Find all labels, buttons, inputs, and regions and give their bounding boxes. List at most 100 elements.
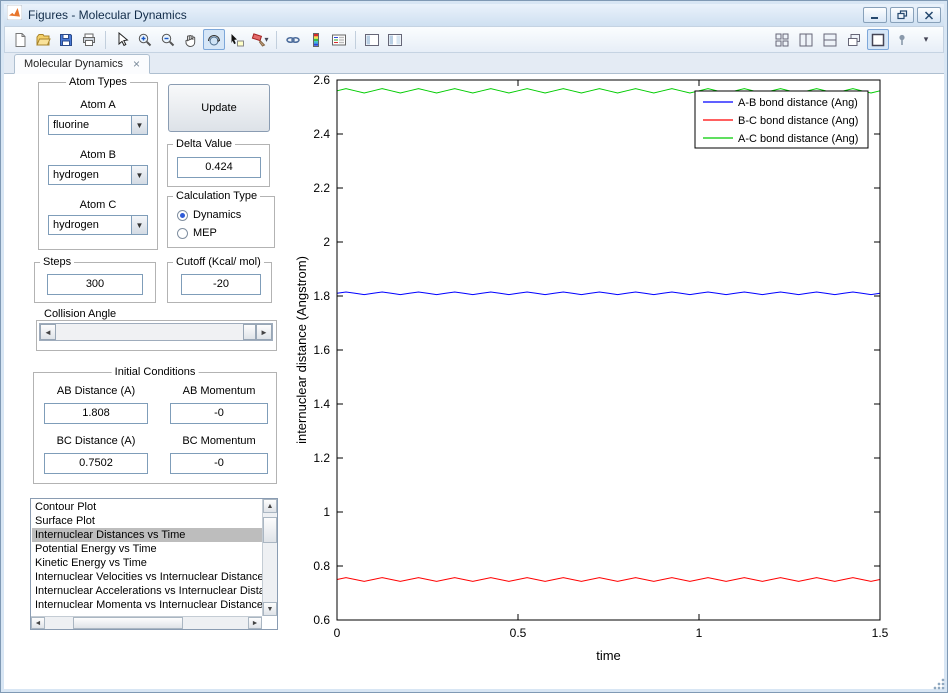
atom-c-select[interactable]: hydrogen ▼ — [48, 215, 148, 235]
restore-icon — [896, 10, 907, 20]
vscroll-track[interactable] — [263, 513, 277, 602]
minimize-button[interactable] — [863, 7, 887, 23]
ab-distance-field[interactable]: 1.808 — [44, 403, 148, 424]
bc-distance-field[interactable]: 0.7502 — [44, 453, 148, 474]
tab-close-icon[interactable]: × — [133, 58, 140, 70]
update-button[interactable]: Update — [168, 84, 270, 132]
steps-field[interactable]: 300 — [47, 274, 143, 295]
chevron-down-icon[interactable]: ▼ — [131, 216, 147, 234]
print-figure-button[interactable] — [78, 29, 100, 50]
plot-canvas[interactable]: 0 0.5 1 1.5 0.6 0.8 1 1.2 1.4 1.6 1.8 2 2.2 2.4 2.6 tim… — [294, 74, 944, 689]
delta-value-field[interactable]: 0.424 — [177, 157, 261, 178]
maximize-window-button[interactable] — [867, 29, 889, 50]
cutoff-field[interactable]: -20 — [181, 274, 261, 295]
collision-angle-slider[interactable]: ◄ ► — [39, 323, 273, 341]
list-item[interactable]: Internuclear Distances vs Time — [32, 528, 262, 542]
x-tick-label: 0.5 — [510, 626, 527, 640]
edit-plot-button[interactable] — [111, 29, 133, 50]
float-icon — [848, 33, 860, 46]
list-item[interactable]: Kinetic Energy vs Time — [32, 556, 262, 570]
rotate-3d-button[interactable] — [203, 29, 225, 50]
bc-momentum-field[interactable]: -0 — [170, 453, 268, 474]
list-item[interactable]: Surface Plot — [32, 514, 262, 528]
scroll-down-icon[interactable]: ▼ — [263, 602, 277, 616]
legend-entry-label: A-B bond distance (Ang) — [738, 97, 858, 109]
listbox-vertical-scrollbar[interactable]: ▲ ▼ — [262, 499, 277, 616]
slider-right-arrow-icon[interactable]: ► — [256, 324, 272, 340]
bc-momentum-label: BC Momentum — [182, 435, 256, 447]
scroll-left-icon[interactable]: ◄ — [31, 617, 45, 629]
tile-windows-button[interactable] — [771, 29, 793, 50]
insert-colorbar-button[interactable] — [305, 29, 327, 50]
insert-legend-button[interactable] — [328, 29, 350, 50]
new-file-icon — [15, 32, 26, 47]
radio-option-dynamics[interactable]: Dynamics — [177, 209, 241, 221]
split-vertical-icon — [799, 33, 813, 46]
slider-thumb[interactable] — [243, 324, 256, 340]
brush-data-button[interactable]: ▾ — [249, 29, 271, 50]
slider-track[interactable] — [56, 324, 256, 340]
float-window-button[interactable] — [843, 29, 865, 50]
y-tick-label: 2.4 — [313, 127, 330, 141]
link-plot-button[interactable] — [282, 29, 304, 50]
list-item[interactable]: Internuclear Velocities vs Internuclear … — [32, 570, 262, 584]
list-item[interactable]: Internuclear Momenta vs Internuclear Dis… — [32, 598, 262, 612]
initial-conditions-group: Initial Conditions AB Distance (A) AB Mo… — [33, 366, 277, 484]
radio-icon — [177, 209, 188, 221]
resize-grip-icon[interactable] — [932, 677, 945, 690]
vscroll-thumb[interactable] — [263, 517, 277, 543]
atom-c-value: hydrogen — [53, 219, 99, 231]
chevron-down-icon[interactable]: ▼ — [131, 166, 147, 184]
show-plot-tools-icon — [388, 33, 402, 46]
y-tick-label: 1.6 — [313, 343, 330, 357]
close-button[interactable] — [917, 7, 941, 23]
hscroll-thumb[interactable] — [73, 617, 183, 629]
ab-distance-label: AB Distance (A) — [56, 385, 136, 397]
radio-dynamics-label: Dynamics — [193, 209, 242, 221]
delta-value-group: Delta Value 0.424 — [167, 138, 270, 187]
atom-types-legend: Atom Types — [66, 76, 130, 88]
radio-mep-label: MEP — [193, 227, 217, 239]
scroll-up-icon[interactable]: ▲ — [263, 499, 277, 513]
pan-button[interactable] — [180, 29, 202, 50]
chevron-down-icon[interactable]: ▼ — [131, 116, 147, 134]
listbox-horizontal-scrollbar[interactable]: ◄ ► — [31, 616, 262, 629]
restore-button[interactable] — [890, 7, 914, 23]
tab-molecular-dynamics[interactable]: Molecular Dynamics × — [14, 54, 151, 74]
atom-b-select[interactable]: hydrogen ▼ — [48, 165, 148, 185]
colorbar-icon — [313, 32, 319, 47]
figures-window: Figures - Molecular Dynamics ▾ ▾ Molecul… — [0, 0, 948, 693]
atom-a-select[interactable]: fluorine ▼ — [48, 115, 148, 135]
slider-left-arrow-icon[interactable]: ◄ — [40, 324, 56, 340]
hide-plot-tools-button[interactable] — [361, 29, 383, 50]
split-top-bottom-button[interactable] — [819, 29, 841, 50]
listbox-items: Contour Plot Surface Plot Internuclear Dis… — [32, 500, 262, 615]
brush-dropdown-icon[interactable]: ▾ — [264, 35, 268, 44]
plot-type-listbox[interactable]: Contour Plot Surface Plot Internuclear Dis… — [30, 498, 278, 630]
hscroll-track[interactable] — [45, 617, 248, 629]
list-item[interactable]: Contour Plot — [32, 500, 262, 514]
zoom-out-button[interactable] — [157, 29, 179, 50]
y-axis-label: internuclear distance (Angstrom) — [294, 256, 309, 444]
zoom-in-button[interactable] — [134, 29, 156, 50]
show-plot-tools-button[interactable] — [384, 29, 406, 50]
window-controls — [863, 7, 941, 23]
list-item[interactable]: Potential Energy vs Time — [32, 542, 262, 556]
pin-button[interactable] — [891, 29, 913, 50]
minimize-icon — [871, 16, 878, 19]
ab-momentum-field[interactable]: -0 — [170, 403, 268, 424]
save-figure-button[interactable] — [55, 29, 77, 50]
split-left-right-button[interactable] — [795, 29, 817, 50]
x-tick-label: 1 — [696, 626, 703, 640]
data-cursor-button[interactable] — [226, 29, 248, 50]
window-layout-controls: ▾ — [771, 29, 939, 50]
y-tick-label: 2 — [323, 235, 330, 249]
list-item[interactable]: Internuclear Accelerations vs Internucle… — [32, 584, 262, 598]
radio-option-mep[interactable]: MEP — [177, 227, 217, 239]
bc-distance-label: BC Distance (A) — [56, 435, 136, 447]
open-file-button[interactable] — [32, 29, 54, 50]
new-figure-button[interactable] — [9, 29, 31, 50]
ab-momentum-label: AB Momentum — [182, 385, 256, 397]
more-options-button[interactable]: ▾ — [915, 29, 937, 50]
scroll-right-icon[interactable]: ► — [248, 617, 262, 629]
